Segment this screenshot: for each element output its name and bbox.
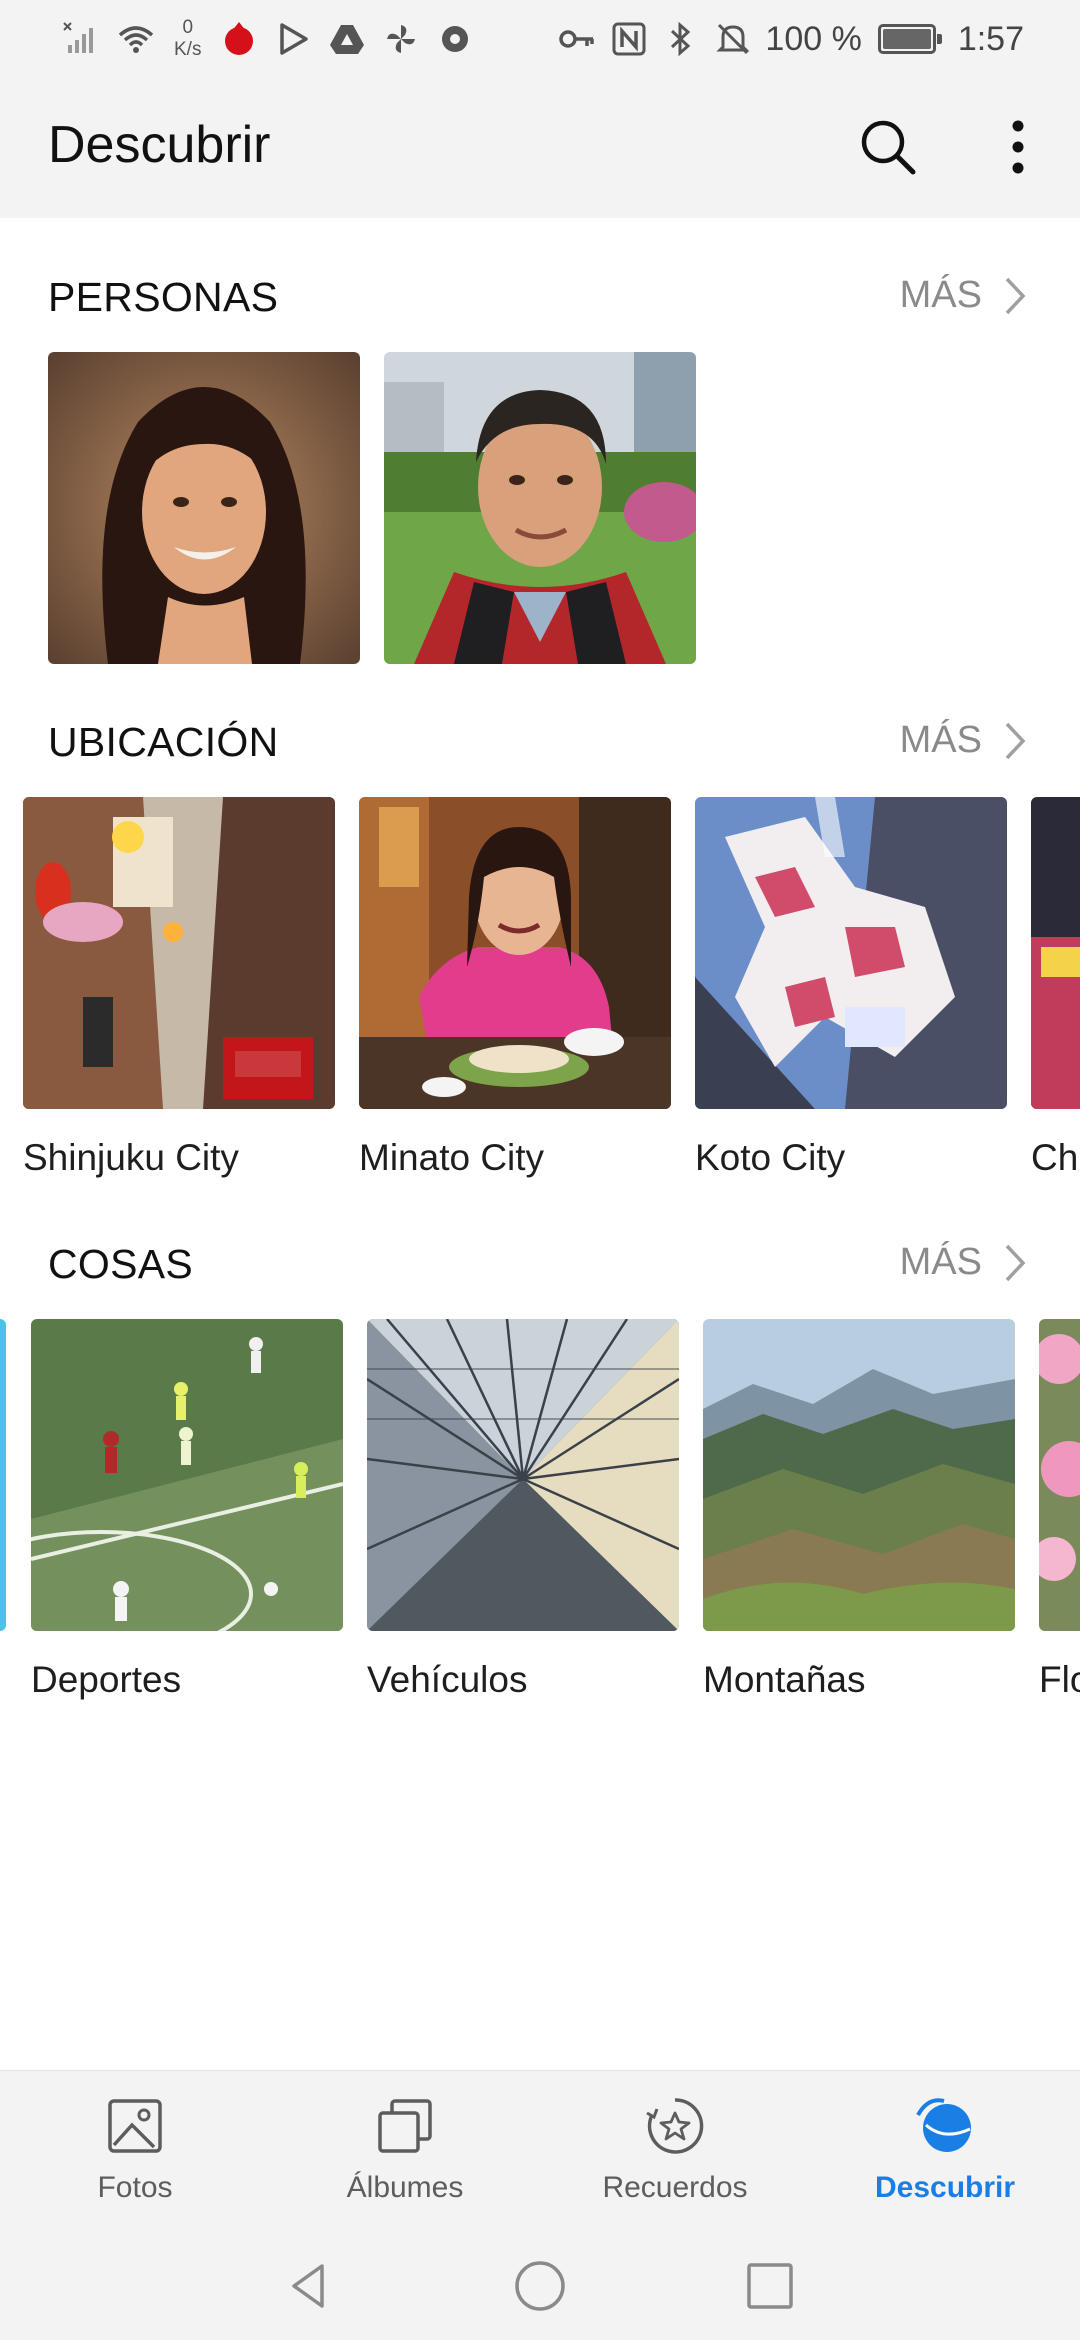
net-speed-value: 0 — [182, 17, 194, 38]
location-tile-partial[interactable] — [1031, 797, 1080, 1109]
system-navigation-bar — [0, 2232, 1080, 2340]
people-more-label: MÁS — [899, 274, 982, 316]
things-label: Vehículos — [367, 1659, 528, 1700]
city-street-photo — [1031, 797, 1080, 1109]
things-label: Montañas — [703, 1659, 866, 1700]
battery-percent: 100 % — [765, 19, 862, 58]
person-thumbnail[interactable] — [48, 352, 360, 664]
location-more-link[interactable]: MÁS — [900, 719, 1026, 762]
nav-tab-memories[interactable]: Recuerdos — [540, 2071, 810, 2233]
things-tile-mountains[interactable] — [703, 1319, 1015, 1631]
nav-label: Fotos — [97, 2171, 173, 2204]
nfc-icon — [612, 22, 646, 56]
location-tile-koto[interactable] — [695, 797, 1007, 1109]
things-label: Deportes — [31, 1659, 182, 1700]
glass-atrium-photo — [367, 1319, 679, 1631]
search-icon — [861, 120, 916, 175]
location-label: Shinjuku City — [23, 1137, 239, 1178]
people-section-title: PERSONAS — [48, 274, 279, 320]
net-speed: 0 K/s — [174, 17, 201, 61]
back-button[interactable] — [278, 2254, 342, 2318]
things-label: Flo — [1039, 1659, 1080, 1700]
clock: 1:57 — [957, 19, 1024, 58]
recents-button[interactable] — [738, 2254, 802, 2318]
app-bar: Descubrir — [0, 75, 1080, 218]
status-bar: 0 K/s 100 % 1:57 — [0, 0, 1080, 75]
nav-label: Álbumes — [346, 2171, 464, 2204]
chevron-right-icon — [1005, 277, 1026, 314]
silent-bell-icon — [716, 23, 751, 55]
partial-photo — [0, 1319, 6, 1631]
play-store-icon — [280, 23, 309, 55]
location-section-title: UBICACIÓN — [48, 719, 279, 765]
location-more-label: MÁS — [899, 719, 982, 761]
person-photo-woman — [48, 352, 360, 664]
wifi-icon — [118, 26, 154, 53]
home-circle-icon — [515, 2261, 565, 2311]
chevron-right-icon — [1005, 1244, 1026, 1281]
things-tile-partial-left — [0, 1319, 6, 1631]
net-speed-unit: K/s — [174, 39, 202, 60]
settings-badge-icon — [442, 26, 469, 52]
location-label: Minato City — [359, 1137, 545, 1178]
location-label: Koto City — [695, 1137, 846, 1178]
mountain-landscape-photo — [703, 1319, 1015, 1631]
home-button[interactable] — [508, 2254, 572, 2318]
flowers-photo — [1039, 1319, 1080, 1631]
location-row: Shinjuku City Minato City Koto City Ch — [0, 797, 1080, 1197]
battery-level — [882, 29, 931, 49]
bluetooth-icon — [671, 21, 691, 57]
drive-icon — [330, 25, 365, 54]
search-button[interactable] — [850, 109, 926, 185]
nav-label: Descubrir — [874, 2171, 1016, 2204]
memories-icon — [646, 2098, 704, 2154]
location-tile-shinjuku[interactable] — [23, 797, 335, 1109]
things-more-label: MÁS — [899, 1241, 982, 1283]
things-tile-vehicles[interactable] — [367, 1319, 679, 1631]
discover-icon — [916, 2098, 971, 2152]
nav-tab-albums[interactable]: Álbumes — [270, 2071, 540, 2233]
things-row: Deportes Vehículos Montañas Fl — [0, 1319, 1080, 1719]
pinwheel-icon — [387, 25, 416, 53]
key-icon — [559, 30, 595, 48]
chevron-right-icon — [1005, 722, 1026, 759]
location-tile-minato[interactable] — [359, 797, 671, 1109]
location-label: Ch — [1031, 1137, 1079, 1178]
things-tile-partial[interactable] — [1039, 1319, 1080, 1631]
nav-label: Recuerdos — [602, 2171, 748, 2204]
battery-icon — [877, 24, 942, 54]
page-title: Descubrir — [48, 116, 271, 174]
more-vertical-icon — [1012, 120, 1024, 174]
recents-square-icon — [747, 2263, 793, 2309]
things-tile-sports[interactable] — [31, 1319, 343, 1631]
people-more-link[interactable]: MÁS — [900, 274, 1026, 317]
things-section-title: COSAS — [48, 1241, 194, 1287]
nav-tab-photos[interactable]: Fotos — [0, 2071, 270, 2233]
bottom-navigation: Fotos Álbumes Recuerdos Descubrir — [0, 2070, 1080, 2232]
alley-photo — [23, 797, 335, 1109]
restaurant-photo — [359, 797, 671, 1109]
more-options-button[interactable] — [980, 109, 1056, 185]
albums-icon — [378, 2099, 432, 2153]
robot-statue-photo — [695, 797, 1007, 1109]
person-photo-man — [384, 352, 696, 664]
back-triangle-icon — [292, 2264, 324, 2308]
signal-off-icon — [63, 22, 93, 53]
nav-tab-discover[interactable]: Descubrir — [810, 2071, 1080, 2233]
things-more-link[interactable]: MÁS — [900, 1241, 1026, 1284]
people-row — [0, 352, 1080, 672]
photo-icon — [108, 2099, 162, 2153]
app-notification-red-icon — [225, 22, 254, 55]
person-thumbnail[interactable] — [384, 352, 696, 664]
soccer-field-photo — [31, 1319, 343, 1631]
